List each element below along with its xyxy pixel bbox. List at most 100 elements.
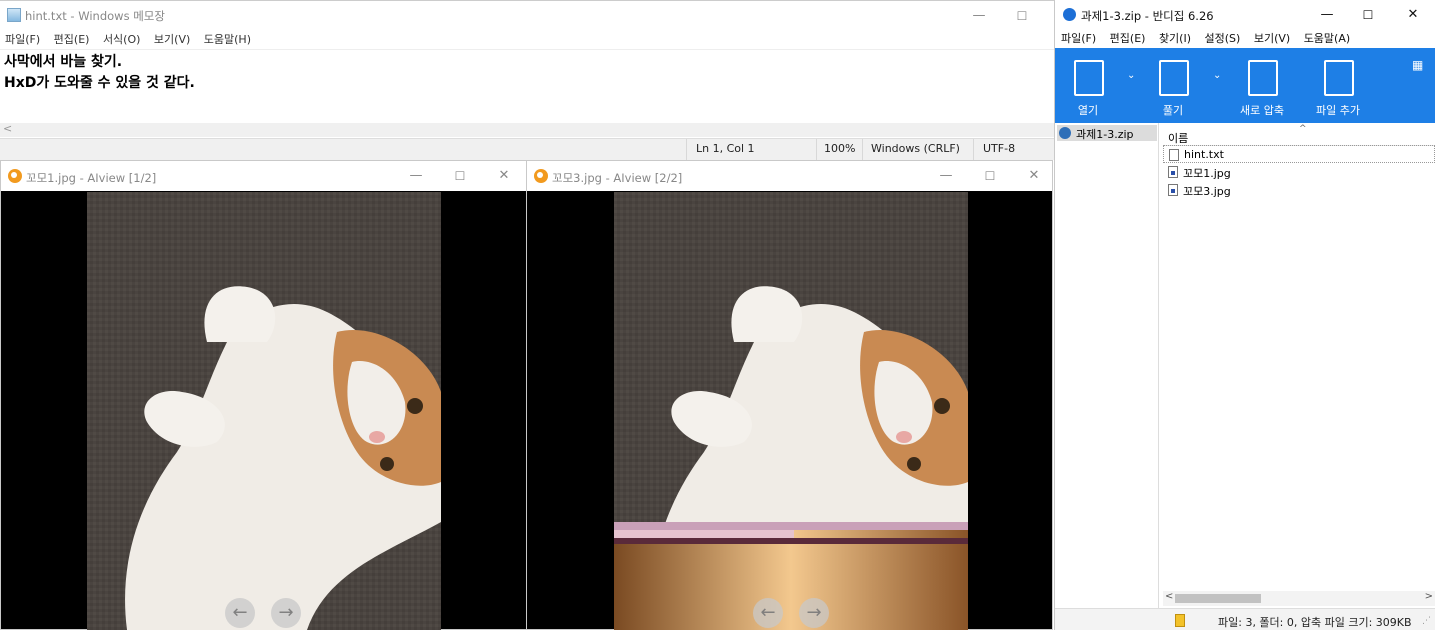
bandizip-title: 과제1-3.zip - 반디집 6.26 [1081, 9, 1214, 23]
add-file-label: 파일 추가 [1316, 104, 1360, 117]
file-name: 꼬모3.jpg [1183, 185, 1231, 198]
next-image-button[interactable]: → [799, 598, 829, 628]
sort-ascending-icon: ^ [1299, 124, 1307, 134]
maximize-button[interactable]: ☐ [968, 165, 1012, 187]
menu-find[interactable]: 찾기(I) [1159, 30, 1191, 46]
menu-view[interactable]: 보기(V) [1254, 30, 1290, 46]
maximize-button[interactable]: ☐ [1000, 5, 1044, 27]
cat-image [614, 192, 968, 630]
resize-grip-icon[interactable]: ⋰ [1422, 616, 1431, 626]
tree-item-label: 과제1-3.zip [1076, 128, 1134, 141]
status-divider [973, 139, 974, 161]
aiview-title: 꼬모3.jpg - AIview [2/2] [552, 171, 683, 185]
extract-dropdown-icon[interactable]: ⌄ [1213, 70, 1221, 81]
open-icon [1074, 60, 1104, 96]
menu-file[interactable]: 파일(F) [5, 31, 40, 47]
aiview-icon [534, 169, 548, 183]
list-item[interactable]: 꼬모1.jpg [1163, 163, 1435, 181]
open-dropdown-icon[interactable]: ⌄ [1127, 70, 1135, 81]
notepad-menu-bar: 파일(F) 편집(E) 서식(O) 보기(V) 도움말(H) [0, 31, 1054, 48]
horizontal-scrollbar[interactable]: < [0, 122, 1054, 137]
column-header-name[interactable]: 이름 ^ [1163, 124, 1435, 146]
close-button[interactable]: ✕ [1391, 4, 1435, 26]
horizontal-scrollbar[interactable]: < > [1163, 591, 1435, 606]
scrollbar-thumb[interactable] [1175, 594, 1261, 603]
menu-settings[interactable]: 설정(S) [1205, 30, 1241, 46]
file-name: 꼬모1.jpg [1183, 167, 1231, 180]
status-text: 파일: 3, 폴더: 0, 압축 파일 크기: 309KB [1218, 616, 1412, 629]
layout-grid-icon[interactable]: ▦ [1412, 58, 1423, 72]
bandizip-title-bar[interactable]: 과제1-3.zip - 반디집 6.26 — ☐ ✕ [1055, 0, 1440, 30]
bandizip-toolbar: 열기 ⌄ 풀기 ⌄ 새로 압축 파일 추가 ▦ [1055, 48, 1435, 123]
file-name: hint.txt [1184, 148, 1224, 161]
maximize-button[interactable]: ☐ [438, 165, 482, 187]
aiview-title: 꼬모1.jpg - AIview [1/2] [26, 171, 157, 185]
add-file-icon [1324, 60, 1354, 96]
next-image-button[interactable]: → [271, 598, 301, 628]
scroll-right-icon[interactable]: > [1425, 591, 1433, 602]
new-archive-label: 새로 압축 [1240, 104, 1284, 117]
aiview-window-right: 꼬모3.jpg - AIview [2/2] — ☐ ✕ ← → [526, 160, 1053, 630]
extract-icon [1159, 60, 1189, 96]
bandizip-status-bar: 파일: 3, 폴더: 0, 압축 파일 크기: 309KB ⋰ [1055, 608, 1435, 630]
archive-tree-pane: 과제1-3.zip [1055, 123, 1159, 608]
text-line-2: HxD가 도와줄 수 있을 것 같다. [4, 75, 195, 91]
open-button[interactable]: 열기 [1058, 48, 1118, 123]
bandizip-menu-bar: 파일(F) 편집(E) 찾기(I) 설정(S) 보기(V) 도움말(A) [1055, 30, 1440, 48]
menu-view[interactable]: 보기(V) [154, 31, 190, 47]
status-divider [862, 139, 863, 161]
extract-button[interactable]: 풀기 [1143, 48, 1203, 123]
close-button[interactable]: ✕ [482, 165, 526, 187]
menu-edit[interactable]: 편집(E) [1110, 30, 1146, 46]
minimize-button[interactable]: — [394, 165, 438, 187]
aiview-window-left: 꼬모1.jpg - AIview [1/2] — ☐ ✕ ← → [0, 160, 527, 630]
previous-image-button[interactable]: ← [225, 598, 255, 628]
text-file-icon [1169, 149, 1179, 161]
status-line-ending: Windows (CRLF) [871, 142, 960, 155]
minimize-button[interactable]: — [957, 5, 1001, 27]
scroll-left-icon[interactable]: < [3, 122, 12, 135]
list-item[interactable]: 꼬모3.jpg [1163, 181, 1435, 199]
notepad-status-bar: Ln 1, Col 1 100% Windows (CRLF) UTF-8 [0, 138, 1054, 161]
status-divider [816, 139, 817, 161]
minimize-button[interactable]: — [924, 165, 968, 187]
notepad-window: hint.txt - Windows 메모장 — ☐ 파일(F) 편집(E) 서… [0, 0, 1054, 161]
maximize-button[interactable]: ☐ [1346, 4, 1390, 26]
image-file-icon [1168, 166, 1178, 178]
notepad-title-bar[interactable]: hint.txt - Windows 메모장 — ☐ [0, 1, 1054, 31]
menu-help[interactable]: 도움말(A) [1304, 30, 1350, 46]
aiview-title-bar[interactable]: 꼬모1.jpg - AIview [1/2] — ☐ ✕ [1, 161, 526, 191]
bandizip-icon [1063, 8, 1076, 21]
scroll-left-icon[interactable]: < [1165, 591, 1173, 602]
notepad-icon [7, 8, 21, 22]
menu-edit[interactable]: 편집(E) [54, 31, 90, 47]
cat-photo [87, 192, 441, 630]
aiview-title-bar[interactable]: 꼬모3.jpg - AIview [2/2] — ☐ ✕ [527, 161, 1052, 191]
menu-format[interactable]: 서식(O) [103, 31, 140, 47]
status-divider [686, 139, 687, 161]
menu-help[interactable]: 도움말(H) [204, 31, 251, 47]
previous-image-button[interactable]: ← [753, 598, 783, 628]
notepad-title: hint.txt - Windows 메모장 [25, 9, 165, 23]
archive-icon [1059, 127, 1071, 139]
aiview-icon [8, 169, 22, 183]
tree-item-archive[interactable]: 과제1-3.zip [1057, 125, 1157, 141]
menu-file[interactable]: 파일(F) [1061, 30, 1096, 46]
status-zoom: 100% [824, 142, 856, 155]
list-item[interactable]: hint.txt [1163, 145, 1435, 163]
image-file-icon [1168, 184, 1178, 196]
cat-photo-corrupted [614, 192, 968, 630]
add-file-button[interactable]: 파일 추가 [1308, 48, 1368, 123]
bandizip-window: 과제1-3.zip - 반디집 6.26 — ☐ ✕ 파일(F) 편집(E) 찾… [1054, 0, 1440, 630]
close-button[interactable]: ✕ [1012, 165, 1056, 187]
notepad-text-area[interactable]: 사막에서 바늘 찾기. HxD가 도와줄 수 있을 것 같다. [0, 49, 1054, 123]
status-position: Ln 1, Col 1 [696, 142, 755, 155]
file-list-pane: 이름 ^ hint.txt 꼬모1.jpg 꼬모3.jpg [1163, 123, 1435, 591]
new-archive-icon [1248, 60, 1278, 96]
new-archive-button[interactable]: 새로 압축 [1232, 48, 1292, 123]
cat-image [87, 192, 441, 630]
minimize-button[interactable]: — [1305, 4, 1349, 26]
extract-label: 풀기 [1162, 104, 1184, 117]
column-header-label: 이름 [1168, 132, 1189, 145]
text-line-1: 사막에서 바늘 찾기. [4, 54, 123, 70]
